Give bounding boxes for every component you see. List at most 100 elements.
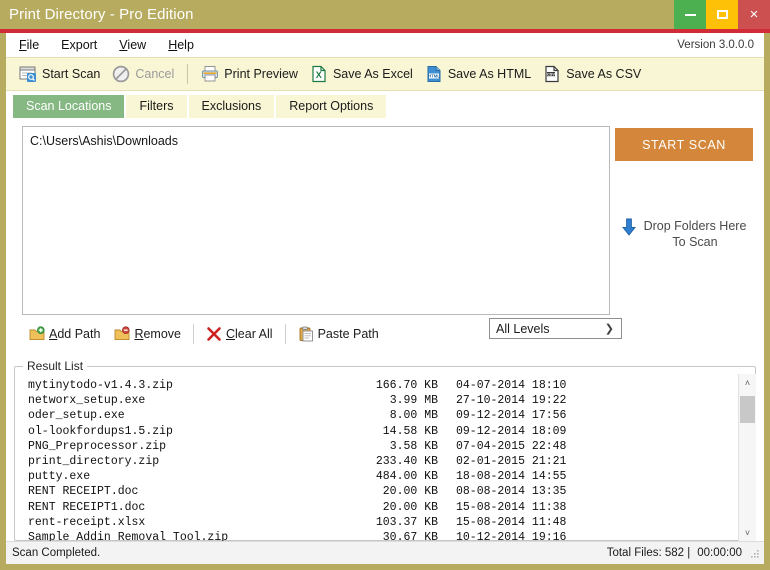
file-size-cell: 3.58 KB [389,439,438,453]
scan-locations-panel: C:\Users\Ashis\Downloads Add Path Remove… [12,118,758,353]
scan-path-item[interactable]: C:\Users\Ashis\Downloads [30,133,602,149]
close-icon: × [749,6,759,23]
file-size-cell: 30.67 KB [382,531,438,541]
result-list-label: Result List [23,359,88,373]
drop-zone-line2: To Scan [672,235,718,249]
result-list-body[interactable]: mytinytodo-v1.4.3.zip 166.70 KB 04-07-2014… [14,374,738,541]
menu-view[interactable]: View [108,35,157,55]
file-size-cell: 484.00 KB [375,470,438,484]
file-size-cell: 14.58 KB [382,424,438,438]
maximize-icon [716,10,728,19]
tab-scan-locations[interactable]: Scan Locations [13,95,125,118]
table-row[interactable]: PNG_Preprocessor.zip 3.58 KB 07-04-2015 22… [28,439,738,454]
window-frame: File Export View Help Version 3.0.0.0 St… [0,33,770,570]
toolbar-save-csv-label: Save As CSV [566,67,642,81]
toolbar-start-scan-button[interactable]: Start Scan [13,63,106,85]
file-date-cell: 09-12-2014 18:09 [456,424,567,438]
toolbar-cancel-label: Cancel [135,67,175,81]
file-name-cell: rent-receipt.xlsx [28,515,146,529]
resize-grip-icon[interactable] [749,548,760,559]
version-label: Version 3.0.0.0 [677,39,754,51]
toolbar-cancel-button[interactable]: Cancel [106,63,180,85]
scan-paths-list[interactable]: C:\Users\Ashis\Downloads [22,126,610,315]
toolbar-save-excel-button[interactable]: X Save As Excel [304,63,419,85]
table-row[interactable]: print_directory.zip 233.40 KB 02-01-2015 2… [28,454,738,469]
toolbar-start-scan-label: Start Scan [42,67,101,81]
clear-all-button[interactable]: Clear All [199,324,280,344]
title-bar: Print Directory - Pro Edition × [0,0,770,29]
menu-bar: File Export View Help Version 3.0.0.0 [6,33,764,57]
file-name-cell: RENT RECEIPT1.doc [28,500,146,514]
tab-filters[interactable]: Filters [126,95,187,118]
tab-report-options[interactable]: Report Options [276,95,387,118]
menu-help[interactable]: Help [157,35,205,55]
printer-icon [202,66,219,82]
file-size-cell: 20.00 KB [382,485,438,499]
toolbar-print-preview-button[interactable]: Print Preview [195,63,304,85]
clear-all-label: Clear All [226,327,273,341]
file-name-cell: putty.exe [28,470,91,484]
maximize-button[interactable] [706,0,738,29]
menu-export[interactable]: Export [50,35,108,55]
remove-path-label: Remove [134,327,181,341]
file-name-cell: RENT RECEIPT.doc [28,485,139,499]
file-date-cell: 18-08-2014 14:55 [456,470,567,484]
table-row[interactable]: networx_setup.exe 3.99 MB 27-10-2014 19:22 [28,393,738,408]
file-date-cell: 15-08-2014 11:48 [456,515,567,529]
svg-text:HTML: HTML [428,74,440,79]
result-list-viewport: mytinytodo-v1.4.3.zip 166.70 KB 04-07-2014… [14,374,756,541]
table-row[interactable]: RENT RECEIPT.doc 20.00 KB 08-08-2014 13:35 [28,484,738,499]
toolbar-save-excel-label: Save As Excel [332,67,413,81]
file-size-cell: 103.37 KB [375,515,438,529]
close-button[interactable]: × [738,0,770,29]
window-controls: × [674,0,770,29]
paste-path-label: Paste Path [317,327,379,341]
remove-path-button[interactable]: Remove [107,324,188,344]
file-name-cell: oder_setup.exe [28,409,125,423]
file-size-cell: 3.99 MB [389,394,438,408]
file-name-cell: Sample Addin Removal Tool.zip [28,531,229,541]
file-size-cell: 8.00 MB [389,409,438,423]
table-row[interactable]: ol-lookfordups1.5.zip 14.58 KB 09-12-2014 … [28,424,738,439]
file-date-cell: 08-08-2014 13:35 [456,485,567,499]
minimize-icon [684,13,696,16]
result-list-scrollbar[interactable]: ˄ ˅ [738,374,756,541]
toolbar-save-html-label: Save As HTML [447,67,532,81]
levels-dropdown[interactable]: All Levels ❯ [489,318,622,339]
tab-exclusions[interactable]: Exclusions [188,95,275,118]
toolbar-save-html-button[interactable]: HTML Save As HTML [419,63,537,85]
status-right: Total Files: 582 | 00:00:00 [607,547,760,559]
table-row[interactable]: RENT RECEIPT1.doc 20.00 KB 15-08-2014 11:3… [28,500,738,515]
cancel-icon [113,65,130,83]
status-message: Scan Completed. [12,547,101,559]
toolbar-save-csv-button[interactable]: CSV Save As CSV [537,63,647,85]
scroll-down-arrow-icon[interactable]: ˅ [739,524,756,541]
toolbar-print-preview-label: Print Preview [224,67,298,81]
folder-remove-icon [114,326,131,341]
path-toolbar-separator [193,324,194,344]
table-row[interactable]: Sample Addin Removal Tool.zip 30.67 KB 10-… [28,530,738,541]
drop-zone[interactable]: Drop Folders Here To Scan [621,218,747,250]
table-row[interactable]: mytinytodo-v1.4.3.zip 166.70 KB 04-07-2014… [28,378,738,393]
start-scan-button[interactable]: START SCAN [615,128,753,161]
app-window: Print Directory - Pro Edition × File Exp… [0,0,770,570]
add-path-button[interactable]: Add Path [22,324,107,344]
paste-path-button[interactable]: Paste Path [291,324,386,344]
table-row[interactable]: putty.exe 484.00 KB 18-08-2014 14:55 [28,469,738,484]
file-date-cell: 04-07-2014 18:10 [456,379,567,392]
html-file-icon: HTML [427,66,441,82]
scrollbar-thumb[interactable] [740,396,755,423]
clipboard-icon [299,326,313,342]
chevron-down-icon: ❯ [604,323,614,335]
table-row[interactable]: oder_setup.exe 8.00 MB 09-12-2014 17:56 [28,408,738,423]
file-date-cell: 09-12-2014 17:56 [456,409,567,423]
file-date-cell: 07-04-2015 22:48 [456,439,567,453]
file-date-cell: 15-08-2014 11:38 [456,500,567,514]
file-name-cell: networx_setup.exe [28,394,146,408]
minimize-button[interactable] [674,0,706,29]
red-x-icon [207,327,221,341]
scroll-up-arrow-icon[interactable]: ˄ [739,374,756,391]
menu-file[interactable]: File [8,35,50,55]
file-size-cell: 233.40 KB [375,455,438,469]
table-row[interactable]: rent-receipt.xlsx 103.37 KB 15-08-2014 11:… [28,515,738,530]
